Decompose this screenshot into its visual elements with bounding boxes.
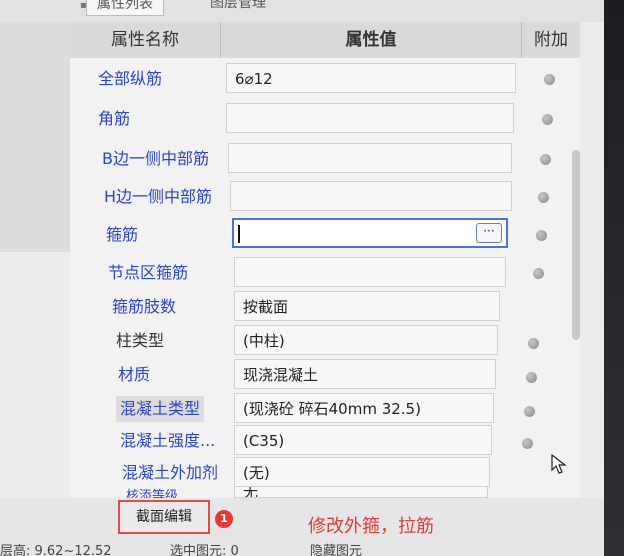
status-selected-count: 选中图元: 0 [170,544,239,556]
row-label: 节点区箍筋 [108,263,189,282]
table-row[interactable]: 核添等级 无 [70,486,580,498]
row-label: 角筋 [98,109,131,128]
text-caret [238,225,240,243]
row-label: 箍筋 [106,225,139,244]
row-label: 材质 [118,365,151,384]
panel-tabstrip: ▪▪ 属性列表 图层管理 [0,0,604,22]
row-label: 混凝土强度... [120,431,216,450]
table-row[interactable]: 材质 现浇混凝土 [70,356,580,394]
table-row[interactable]: 箍筋 ··· [70,216,580,254]
step-badge: 1 [215,510,233,528]
header-property-name[interactable]: 属性名称 [70,22,221,58]
vertical-scrollbar[interactable] [572,150,580,340]
row-value[interactable] [228,143,512,173]
extra-dot-icon[interactable] [536,230,547,241]
row-value[interactable]: 现浇混凝土 [234,359,496,389]
row-value[interactable]: 6⌀12 [226,63,516,93]
row-value[interactable] [234,257,506,287]
status-floor-height: 层高: 9.62~12.52 [0,544,112,556]
table-row[interactable]: 全部纵筋 6⌀12 [70,60,580,98]
mouse-cursor-icon [551,454,567,474]
extra-dot-icon[interactable] [533,268,544,279]
property-grid-header: 属性名称 属性值 附加 [70,22,580,59]
left-panel-strip [0,22,70,252]
tab-property-list[interactable]: 属性列表 [86,0,164,16]
annotation-note: 修改外箍，拉筋 [308,516,434,537]
table-row[interactable]: 节点区箍筋 [70,254,580,292]
section-edit-button[interactable]: 截面编辑 [118,500,210,534]
header-extra[interactable]: 附加 [522,22,580,58]
extra-dot-icon[interactable] [538,192,549,203]
tab-layer-management[interactable]: 图层管理 [200,0,276,14]
status-hidden-elements[interactable]: 隐藏图元 [310,540,362,556]
extra-dot-icon[interactable] [542,114,553,125]
row-label: 混凝土外加剂 [122,463,219,482]
extra-dot-icon[interactable] [528,338,539,349]
row-label: H边一侧中部筋 [104,187,213,206]
extra-dot-icon[interactable] [544,74,555,85]
property-grid: 全部纵筋 6⌀12 角筋 B边一侧中部筋 H边一侧中部筋 箍筋 ··· 节点区箍… [70,58,580,498]
row-label: B边一侧中部筋 [102,149,209,168]
extra-dot-icon[interactable] [526,372,537,383]
table-row[interactable]: B边一侧中部筋 [70,140,580,178]
table-row[interactable]: 角筋 [70,100,580,138]
row-label: 全部纵筋 [98,69,163,88]
table-row[interactable]: 柱类型 (中柱) [70,322,580,360]
table-row[interactable]: 箍筋肢数 按截面 [70,288,580,326]
extra-dot-icon[interactable] [524,406,535,417]
row-label: 柱类型 [116,331,165,350]
screen: ▪▪ 属性列表 图层管理 属性名称 属性值 附加 全部纵筋 6⌀12 角筋 B边… [0,0,604,556]
row-value[interactable] [226,103,514,133]
row-label: 箍筋肢数 [112,297,177,316]
row-value[interactable]: (无) [234,457,490,487]
row-value[interactable]: (中柱) [234,325,498,355]
table-row[interactable]: H边一侧中部筋 [70,178,580,216]
row-label: 混凝土类型 [116,396,205,422]
ellipsis-button[interactable]: ··· [476,223,502,243]
row-value[interactable]: 按截面 [234,291,500,321]
monitor-bezel [604,0,624,556]
extra-dot-icon[interactable] [522,438,533,449]
row-value[interactable]: (C35) [234,425,492,455]
row-value[interactable] [230,181,512,211]
row-value[interactable]: (现浇砼 碎石40mm 32.5) [234,393,494,423]
row-label: 核添等级 [126,489,179,498]
stirrup-input[interactable]: ··· [232,218,508,248]
header-property-value[interactable]: 属性值 [221,22,522,58]
row-value[interactable]: 无 [234,486,488,498]
extra-dot-icon[interactable] [540,154,551,165]
